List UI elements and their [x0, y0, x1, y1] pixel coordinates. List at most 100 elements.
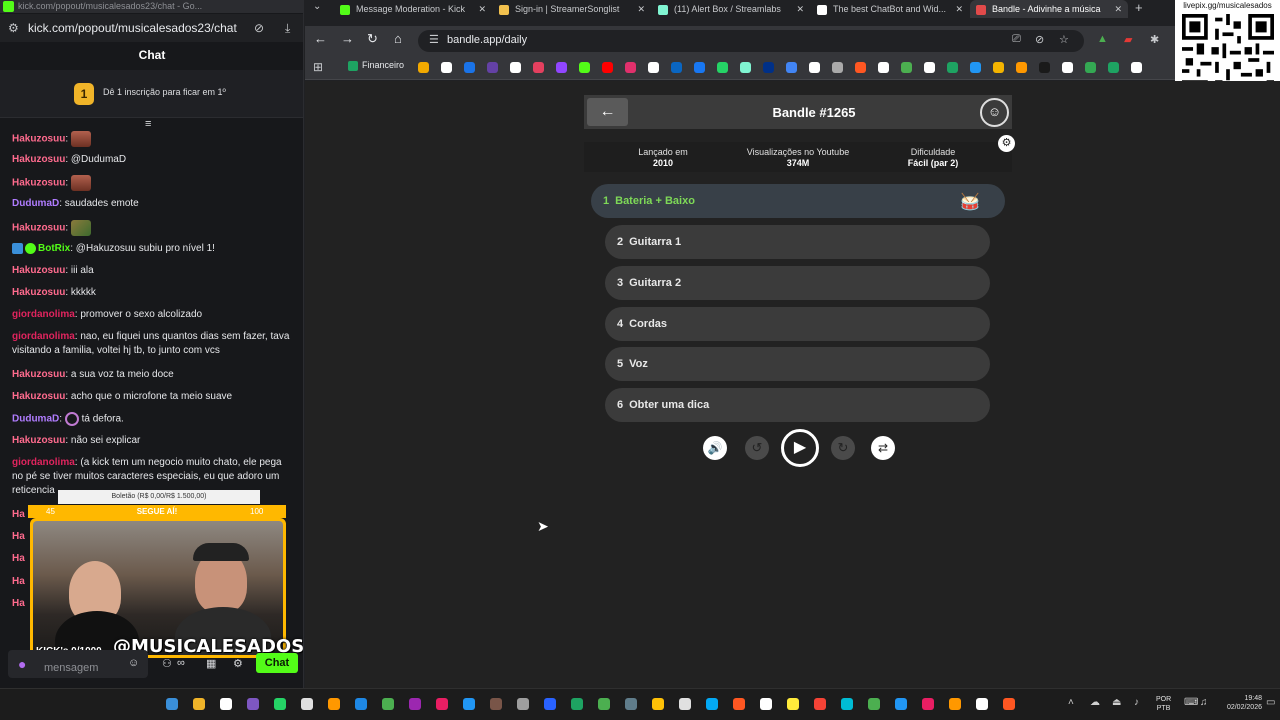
bookmark-favicon-icon[interactable]: [533, 62, 544, 73]
tab-streamlabs[interactable]: (11) Alert Box / Streamlabs ✕: [652, 0, 810, 18]
emoji-icon[interactable]: ☺: [128, 657, 139, 669]
taskbar-app-icon[interactable]: [247, 698, 259, 710]
taskbar-app-icon[interactable]: [355, 698, 367, 710]
taskbar-app-icon[interactable]: [787, 698, 799, 710]
chat-username[interactable]: Hakuzosuu: [12, 134, 65, 145]
chat-username[interactable]: Hakuzosuu: [12, 435, 65, 446]
bookmark-favicon-icon[interactable]: [464, 62, 475, 73]
bookmark-favicon-icon[interactable]: [832, 62, 843, 73]
close-tab-icon[interactable]: ✕: [1114, 0, 1122, 18]
input-language[interactable]: POR PTB: [1156, 695, 1171, 713]
track-voz[interactable]: 5 Voz: [605, 347, 990, 381]
taskbar-app-icon[interactable]: [301, 698, 313, 710]
bookmark-favicon-icon[interactable]: [1016, 62, 1027, 73]
taskbar-app-icon[interactable]: [166, 698, 178, 710]
taskbar-app-icon[interactable]: [868, 698, 880, 710]
bookmark-favicon-icon[interactable]: [1108, 62, 1119, 73]
chat-url-text[interactable]: kick.com/popout/musicalesados23/chat: [28, 14, 237, 42]
taskbar-app-icon[interactable]: [598, 698, 610, 710]
subscription-banner[interactable]: 1 Dê 1 inscrição para ficar em 1º: [0, 70, 303, 118]
close-tab-icon[interactable]: ✕: [955, 0, 963, 18]
tray-chevron-icon[interactable]: ˄: [1068, 697, 1074, 708]
bookmark-favicon-icon[interactable]: [740, 62, 751, 73]
hint-button[interactable]: 6 Obter uma dica: [605, 388, 990, 422]
chat-username[interactable]: Hakuzosuu: [12, 265, 65, 276]
install-app-icon[interactable]: ⎚: [1012, 33, 1021, 46]
bookmark-favicon-icon[interactable]: [809, 62, 820, 73]
back-nav-icon[interactable]: ←: [314, 31, 327, 46]
bookmark-favicon-icon[interactable]: [648, 62, 659, 73]
bookmark-favicon-icon[interactable]: [878, 62, 889, 73]
chat-username[interactable]: Hakuzosuu: [12, 287, 65, 298]
bookmark-favicon-icon[interactable]: [602, 62, 613, 73]
tab-bandle[interactable]: Bandle - Adivinhe a música ✕: [970, 0, 1128, 18]
new-tab-button[interactable]: +: [1135, 0, 1143, 15]
address-bar-url[interactable]: bandle.app/daily: [447, 34, 527, 46]
forward-nav-icon[interactable]: →: [341, 31, 354, 46]
store-icon[interactable]: ▦: [206, 657, 216, 670]
cloud-icon[interactable]: ☁: [1090, 697, 1100, 708]
chat-send-button[interactable]: Chat: [256, 653, 298, 673]
speaker-icon[interactable]: ♫: [1200, 697, 1208, 708]
forward-icon[interactable]: ↻: [831, 436, 855, 460]
taskbar-app-icon[interactable]: [544, 698, 556, 710]
chat-address-bar[interactable]: ⚙ kick.com/popout/musicalesados23/chat ⊘…: [0, 14, 303, 42]
chat-username[interactable]: Hakuzosuu: [12, 391, 65, 402]
tab-search-chevron-icon[interactable]: ⌄: [313, 1, 321, 12]
usb-icon[interactable]: ⏏: [1112, 697, 1121, 708]
pdf-extension-icon[interactable]: ▰: [1124, 33, 1132, 46]
bookmark-star-icon[interactable]: ☆: [1059, 33, 1069, 46]
bookmark-favicon-icon[interactable]: [855, 62, 866, 73]
rewind-icon[interactable]: ↺: [745, 436, 769, 460]
microphone-tray-icon[interactable]: ♪: [1134, 697, 1139, 708]
bandle-back-button[interactable]: ←: [587, 98, 628, 126]
bookmark-favicon-icon[interactable]: [556, 62, 567, 73]
microphone-icon[interactable]: ●: [18, 656, 26, 672]
bookmark-favicon-icon[interactable]: [1039, 62, 1050, 73]
collapse-pin-icon[interactable]: ≡: [145, 118, 151, 130]
profile-icon[interactable]: ☺: [980, 98, 1009, 127]
track-cordas[interactable]: 4 Cordas: [605, 307, 990, 341]
taskbar-app-icon[interactable]: [382, 698, 394, 710]
taskbar-app-icon[interactable]: [436, 698, 448, 710]
chat-username[interactable]: giordanolima: [12, 331, 75, 342]
taskbar-app-icon[interactable]: [841, 698, 853, 710]
taskbar-app-icon[interactable]: [976, 698, 988, 710]
taskbar-app-icon[interactable]: [625, 698, 637, 710]
volume-icon[interactable]: 🔊: [703, 436, 727, 460]
extensions-icon[interactable]: ✱: [1150, 33, 1159, 46]
bookmark-favicon-icon[interactable]: [694, 62, 705, 73]
taskbar-app-icon[interactable]: [922, 698, 934, 710]
taskbar-app-icon[interactable]: [706, 698, 718, 710]
bookmark-favicon-icon[interactable]: [1131, 62, 1142, 73]
taskbar-app-icon[interactable]: [760, 698, 772, 710]
settings-gear-icon[interactable]: ⚙: [998, 135, 1015, 152]
bookmark-favicon-icon[interactable]: [510, 62, 521, 73]
taskbar-app-icon[interactable]: [193, 698, 205, 710]
chat-username[interactable]: Hakuzosuu: [12, 154, 65, 165]
bookmark-favicon-icon[interactable]: [487, 62, 498, 73]
download-icon[interactable]: ⤓: [285, 14, 290, 42]
bookmark-favicon-icon[interactable]: [625, 62, 636, 73]
bookmark-favicon-icon[interactable]: [993, 62, 1004, 73]
bookmark-favicon-icon[interactable]: [763, 62, 774, 73]
taskbar-app-icon[interactable]: [409, 698, 421, 710]
bookmark-favicon-icon[interactable]: [418, 62, 429, 73]
chat-username[interactable]: BotRix: [38, 243, 70, 254]
bookmark-favicon-icon[interactable]: [1062, 62, 1073, 73]
taskbar-app-icon[interactable]: [895, 698, 907, 710]
bookmark-favicon-icon[interactable]: [970, 62, 981, 73]
close-tab-icon[interactable]: ✕: [478, 0, 486, 18]
taskbar-app-icon[interactable]: [517, 698, 529, 710]
bookmark-favicon-icon[interactable]: [717, 62, 728, 73]
bookmark-favicon-icon[interactable]: [947, 62, 958, 73]
track-guitarra-2[interactable]: 3 Guitarra 2: [605, 266, 990, 300]
bookmark-favicon-icon[interactable]: [1085, 62, 1096, 73]
taskbar-app-icon[interactable]: [490, 698, 502, 710]
tab-kick-moderation[interactable]: Message Moderation - Kick ✕: [334, 0, 492, 18]
bookmark-favicon-icon[interactable]: [901, 62, 912, 73]
taskbar-app-icon[interactable]: [652, 698, 664, 710]
drive-extension-icon[interactable]: ▲: [1097, 33, 1108, 45]
apps-grid-icon[interactable]: ⊞: [313, 60, 323, 74]
tab-chatbot[interactable]: The best ChatBot and Wid... ✕: [811, 0, 969, 18]
